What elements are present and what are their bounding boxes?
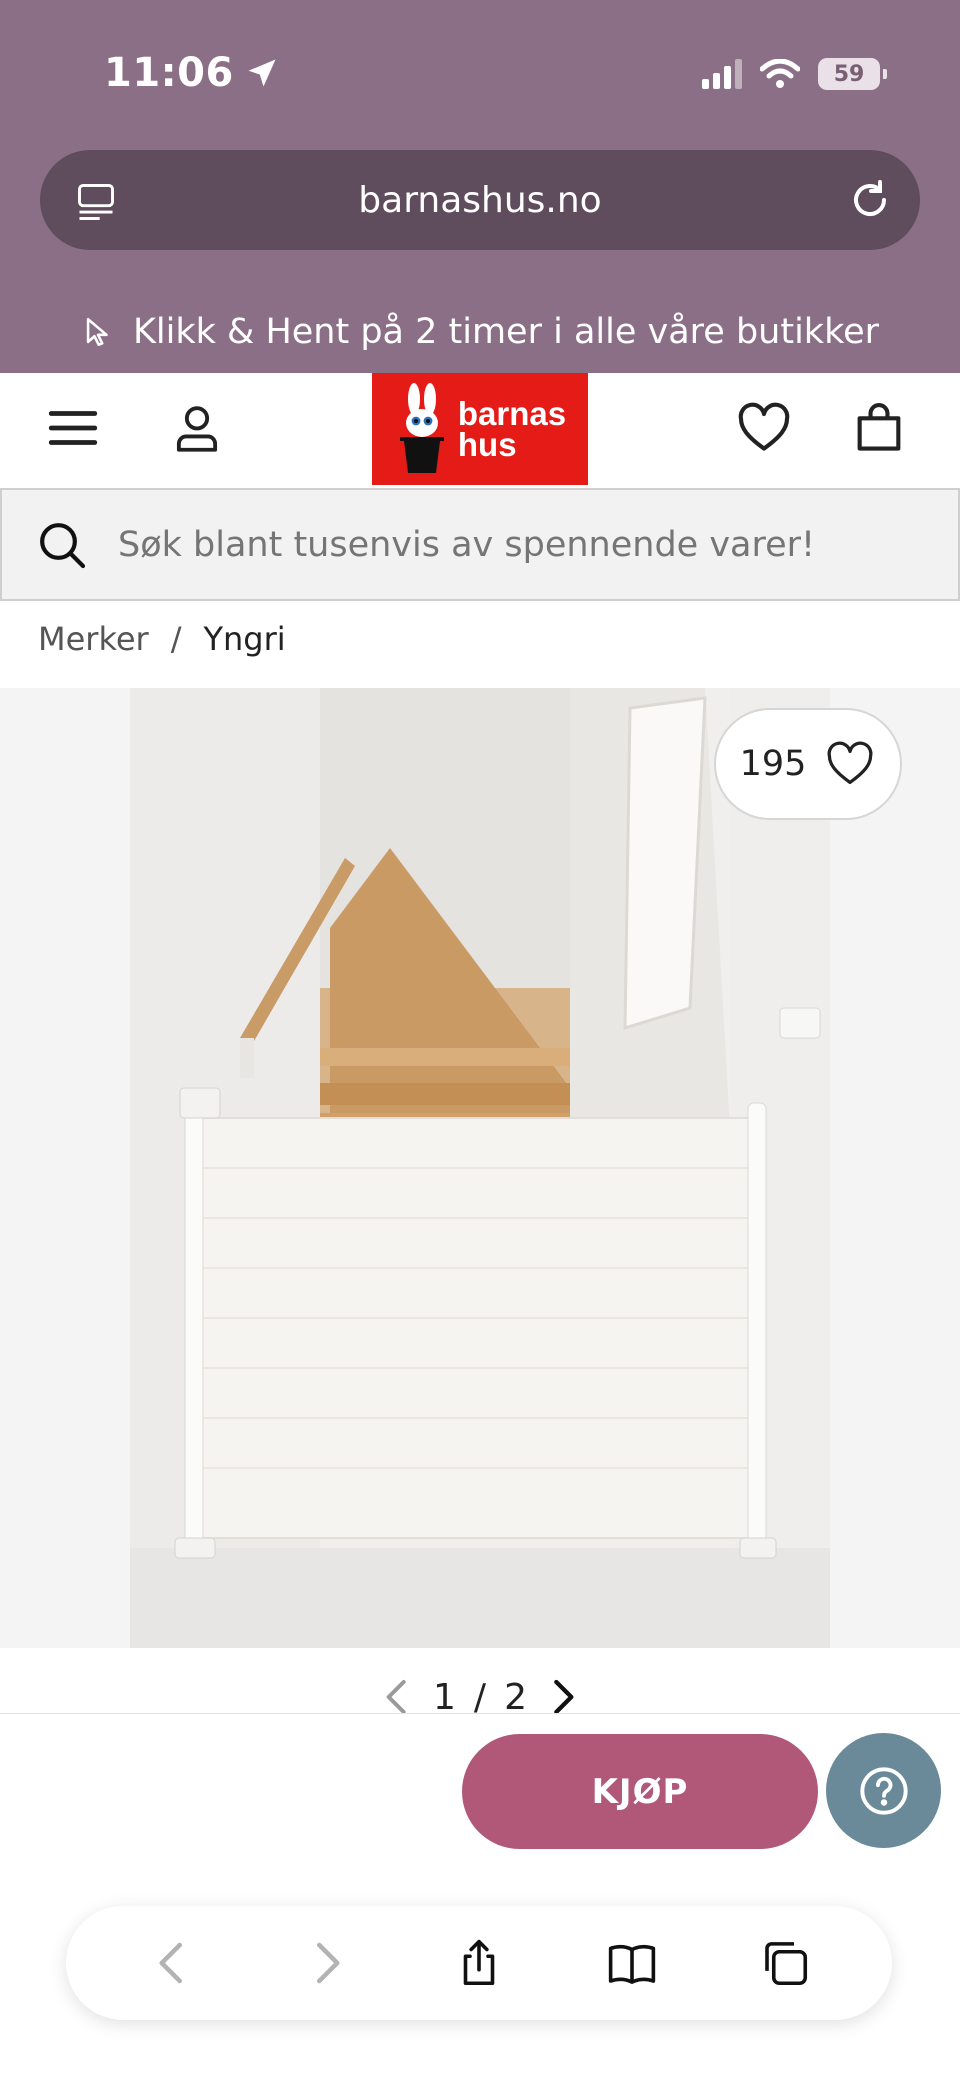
share-button[interactable] (449, 1933, 509, 1993)
bag-icon (857, 403, 901, 451)
search-input[interactable] (118, 524, 938, 565)
product-image[interactable] (130, 688, 830, 1648)
logo-line-2: hus (457, 426, 517, 463)
product-gallery[interactable] (0, 688, 960, 1648)
signal-icon (702, 59, 742, 89)
wishlist-button[interactable] (731, 395, 797, 461)
help-icon (859, 1766, 908, 1815)
status-right: 59 (702, 58, 887, 90)
cursor-icon (86, 317, 108, 347)
back-button[interactable] (143, 1933, 203, 1993)
forward-icon (316, 1942, 340, 1984)
site-logo[interactable]: barnas hus (372, 373, 588, 485)
breadcrumb: Merker / Yngri (38, 620, 286, 658)
tabs-button[interactable] (755, 1933, 815, 1993)
wifi-icon (760, 59, 800, 88)
battery-indicator: 59 (818, 58, 887, 90)
search-bar[interactable] (0, 488, 960, 601)
heart-icon (827, 741, 873, 785)
status-bar: 11:06 59 (0, 0, 960, 140)
breadcrumb-item-current: Yngri (203, 620, 286, 658)
bunny-hat-icon (399, 383, 444, 473)
pager-current: 1 (433, 1676, 456, 1718)
promo-banner[interactable]: Klikk & Hent på 2 timer i alle våre buti… (0, 300, 960, 364)
status-time: 11:06 (104, 50, 280, 96)
buy-button[interactable]: KJØP (462, 1734, 818, 1849)
share-icon (463, 1939, 495, 1986)
url-bar[interactable]: barnashus.no (40, 150, 920, 250)
menu-icon (48, 411, 98, 445)
help-button[interactable] (826, 1733, 941, 1848)
url-text: barnashus.no (358, 179, 602, 221)
back-icon (159, 1942, 182, 1984)
logo-text: barnas hus (457, 395, 567, 463)
pager-total: 2 (504, 1676, 527, 1718)
top-area: 11:06 59 barnashus.no Klikk & Hent på 2 … (0, 0, 960, 373)
favorite-count: 195 (739, 744, 807, 784)
heart-icon (738, 402, 790, 451)
reload-icon[interactable] (846, 176, 894, 224)
divider (0, 1713, 960, 1714)
bookmarks-button[interactable] (602, 1933, 662, 1993)
battery-level: 59 (833, 61, 865, 87)
menu-button[interactable] (40, 395, 106, 461)
browser-toolbar (66, 1906, 892, 2020)
pager-separator: / (473, 1676, 487, 1718)
chevron-left-icon[interactable] (379, 1677, 415, 1717)
favorite-count-button[interactable]: 195 (714, 708, 902, 820)
tabs-icon (765, 1942, 808, 1986)
breadcrumb-separator: / (170, 620, 182, 658)
breadcrumb-item-merker[interactable]: Merker (38, 620, 149, 658)
image-pager: 1 / 2 (0, 1672, 960, 1722)
status-time-text: 11:06 (104, 50, 234, 96)
cart-button[interactable] (846, 395, 912, 461)
site-header: barnas hus (0, 373, 960, 485)
user-icon (176, 406, 218, 452)
forward-button[interactable] (296, 1933, 356, 1993)
chevron-right-icon[interactable] (545, 1677, 581, 1717)
location-arrow-icon (248, 59, 276, 87)
account-button[interactable] (164, 395, 230, 461)
logo-line-1: barnas (457, 395, 567, 432)
promo-text: Klikk & Hent på 2 timer i alle våre buti… (132, 312, 880, 352)
bookmarks-icon (608, 1945, 656, 1984)
reader-icon[interactable] (74, 180, 118, 224)
search-icon (40, 522, 86, 568)
